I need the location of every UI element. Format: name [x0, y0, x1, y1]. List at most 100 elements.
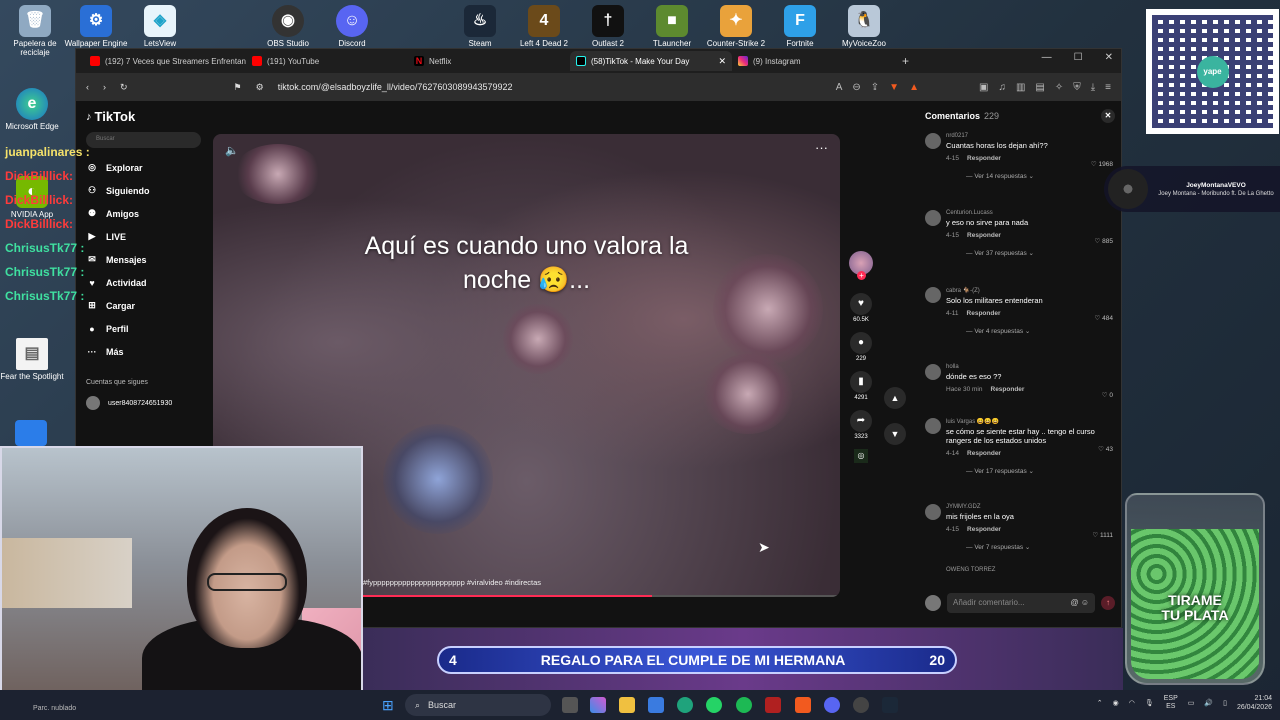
tab-instagram[interactable]: (9) Instagram: [732, 51, 894, 71]
desktop-icon-outlast[interactable]: † Outlast 2: [573, 5, 643, 48]
url-field[interactable]: tiktok.com/@elsadboyzlife_ll/video/76276…: [278, 82, 748, 92]
view-replies-button[interactable]: — Ver 7 respuestas ⌄: [966, 543, 1115, 551]
whatsapp-icon[interactable]: [706, 697, 722, 713]
media-icon[interactable]: ♫: [998, 82, 1006, 93]
avatar[interactable]: [925, 504, 941, 520]
avatar[interactable]: [925, 364, 941, 380]
site-info-icon[interactable]: ⚙: [256, 82, 264, 93]
task-view-icon[interactable]: [562, 697, 578, 713]
comment-likes[interactable]: ♡ 1111: [1092, 531, 1113, 539]
reply-button[interactable]: Responder: [967, 450, 1001, 457]
brave-icon[interactable]: [795, 697, 811, 713]
desktop-icon-steam[interactable]: ♨ Steam: [445, 5, 515, 48]
store-icon[interactable]: [648, 697, 664, 713]
comment-likes[interactable]: ♡ 1968: [1091, 160, 1113, 168]
sidebar-icon[interactable]: ▥: [1016, 82, 1025, 93]
network-icon[interactable]: ▭: [1188, 699, 1195, 707]
back-icon[interactable]: ‹: [86, 82, 89, 92]
comment-user[interactable]: holla: [946, 364, 1115, 370]
comment-likes[interactable]: ♡ 885: [1095, 237, 1114, 245]
comment-input[interactable]: Añadir comentario... @ ☺: [947, 593, 1095, 613]
taskbar-search[interactable]: ⌕ Buscar: [405, 694, 551, 716]
desktop-icon-cs2[interactable]: ✦ Counter-Strike 2: [701, 5, 771, 48]
vpn-icon[interactable]: ⛨: [1073, 82, 1081, 93]
comment-user[interactable]: cabra 🐐-(Z): [946, 287, 1115, 294]
comment-likes[interactable]: ♡ 484: [1095, 314, 1114, 322]
video-more-icon[interactable]: ···: [815, 140, 828, 155]
windows-start-icon[interactable]: ⊞: [382, 697, 394, 714]
reply-button[interactable]: Responder: [967, 310, 1001, 317]
desktop-icon-l4d2[interactable]: 4 Left 4 Dead 2: [509, 5, 579, 48]
desktop-icon-fear-the-spotlight[interactable]: ▤ Fear the Spotlight: [0, 338, 67, 381]
comment-user[interactable]: luis Vargas 😀😀😀: [946, 418, 1115, 425]
brave-shield-icon[interactable]: ▼: [889, 82, 899, 93]
video-hashtags[interactable]: #fypppppppppppppppppppppp #viralvideo #i…: [363, 578, 541, 587]
new-tab-button[interactable]: +: [902, 54, 909, 68]
close-comments-icon[interactable]: ✕: [1101, 109, 1115, 123]
desktop-icon-myvoicezoo[interactable]: 🐧 MyVoiceZoo: [829, 5, 899, 48]
nav-profile[interactable]: ● Perfil: [86, 317, 201, 340]
tab-youtube-streamers[interactable]: (192) 7 Veces que Streamers Enfrentan: [84, 51, 246, 71]
language-indicator[interactable]: ESP ES: [1164, 695, 1178, 712]
minimize-icon[interactable]: —: [1042, 52, 1052, 63]
zoom-icon[interactable]: ⊖: [852, 82, 860, 93]
clock[interactable]: 21:04 26/04/2026: [1237, 694, 1272, 712]
view-replies-button[interactable]: — Ver 37 respuestas ⌄: [966, 249, 1115, 257]
comment-button[interactable]: ● 229: [848, 332, 874, 362]
comment-user[interactable]: JYMMY.GDZ: [946, 504, 1115, 510]
music-disc-icon[interactable]: ◎: [854, 449, 868, 463]
wallet-icon[interactable]: ▤: [1035, 82, 1044, 93]
translate-icon[interactable]: A: [836, 82, 843, 93]
mention-emoji-icons[interactable]: @ ☺: [1070, 598, 1089, 608]
obs-taskbar-icon[interactable]: [853, 697, 869, 713]
reply-button[interactable]: Responder: [991, 386, 1025, 393]
like-button[interactable]: ♥ 60.5K: [848, 293, 874, 323]
share-button[interactable]: ➦ 3323: [848, 410, 874, 440]
desktop-icon-edge[interactable]: e Microsoft Edge: [0, 88, 67, 131]
tray-app-icon[interactable]: ◉: [1113, 699, 1119, 707]
bookmark-icon[interactable]: ⚑: [234, 82, 242, 93]
close-window-icon[interactable]: ✕: [1105, 52, 1113, 63]
copilot-icon[interactable]: [590, 697, 606, 713]
send-icon[interactable]: ↑: [1101, 596, 1115, 610]
rewards-icon[interactable]: ▲: [909, 82, 919, 93]
reply-button[interactable]: Responder: [967, 526, 1001, 533]
view-replies-button[interactable]: — Ver 4 respuestas ⌄: [966, 327, 1115, 335]
menu-icon[interactable]: ≡: [1105, 82, 1111, 93]
mic-icon[interactable]: 🎙: [1145, 699, 1154, 707]
view-replies-button[interactable]: — Ver 17 respuestas ⌄: [966, 467, 1115, 475]
desktop-icon-wallpaper-engine[interactable]: ⚙ Wallpaper Engine: [61, 5, 131, 48]
downloads-icon[interactable]: ⤓: [1091, 82, 1095, 93]
nav-more[interactable]: ··· Más: [86, 340, 201, 363]
tiktok-logo[interactable]: ♪ TikTok: [86, 109, 201, 124]
extensions-icon[interactable]: ✧: [1055, 82, 1063, 93]
reply-button[interactable]: Responder: [967, 155, 1001, 162]
reload-icon[interactable]: ↻: [120, 82, 128, 93]
share-icon[interactable]: ⇪: [871, 82, 879, 93]
creator-avatar[interactable]: [849, 251, 873, 280]
discord-taskbar-icon[interactable]: [824, 697, 840, 713]
volume-tray-icon[interactable]: 🔊: [1204, 699, 1213, 707]
steam-taskbar-icon[interactable]: [882, 697, 898, 713]
tray-chevron-icon[interactable]: ⌃: [1097, 699, 1103, 707]
app-shortcut-icon[interactable]: [15, 420, 47, 446]
avatar[interactable]: [925, 418, 941, 434]
avatar[interactable]: [925, 287, 941, 303]
avatar[interactable]: [925, 133, 941, 149]
tab-netflix[interactable]: N Netflix: [408, 51, 570, 71]
battery-icon[interactable]: ▯: [1223, 699, 1227, 707]
desktop-icon-tlauncher[interactable]: ■ TLauncher: [637, 5, 707, 48]
maximize-icon[interactable]: ☐: [1074, 52, 1083, 63]
view-replies-button[interactable]: — Ver 14 respuestas ⌄: [966, 172, 1115, 180]
comment-user[interactable]: nrd0217: [946, 133, 1115, 139]
desktop-icon-letsview[interactable]: ◈ LetsView: [125, 5, 195, 48]
desktop-icon-obs[interactable]: ◉ OBS Studio: [253, 5, 323, 48]
comment-user[interactable]: Centurion.Lucass: [946, 210, 1115, 216]
edge-taskbar-icon[interactable]: [677, 697, 693, 713]
tab-tiktok[interactable]: (58)TikTok - Make Your Day ✕: [570, 51, 732, 71]
comment-likes[interactable]: ♡ 0: [1102, 391, 1113, 399]
save-button[interactable]: ▮ 4291: [848, 371, 874, 401]
desktop-icon-fortnite[interactable]: F Fortnite: [765, 5, 835, 48]
reply-button[interactable]: Responder: [967, 232, 1001, 239]
wifi-icon[interactable]: ◠: [1129, 699, 1135, 707]
